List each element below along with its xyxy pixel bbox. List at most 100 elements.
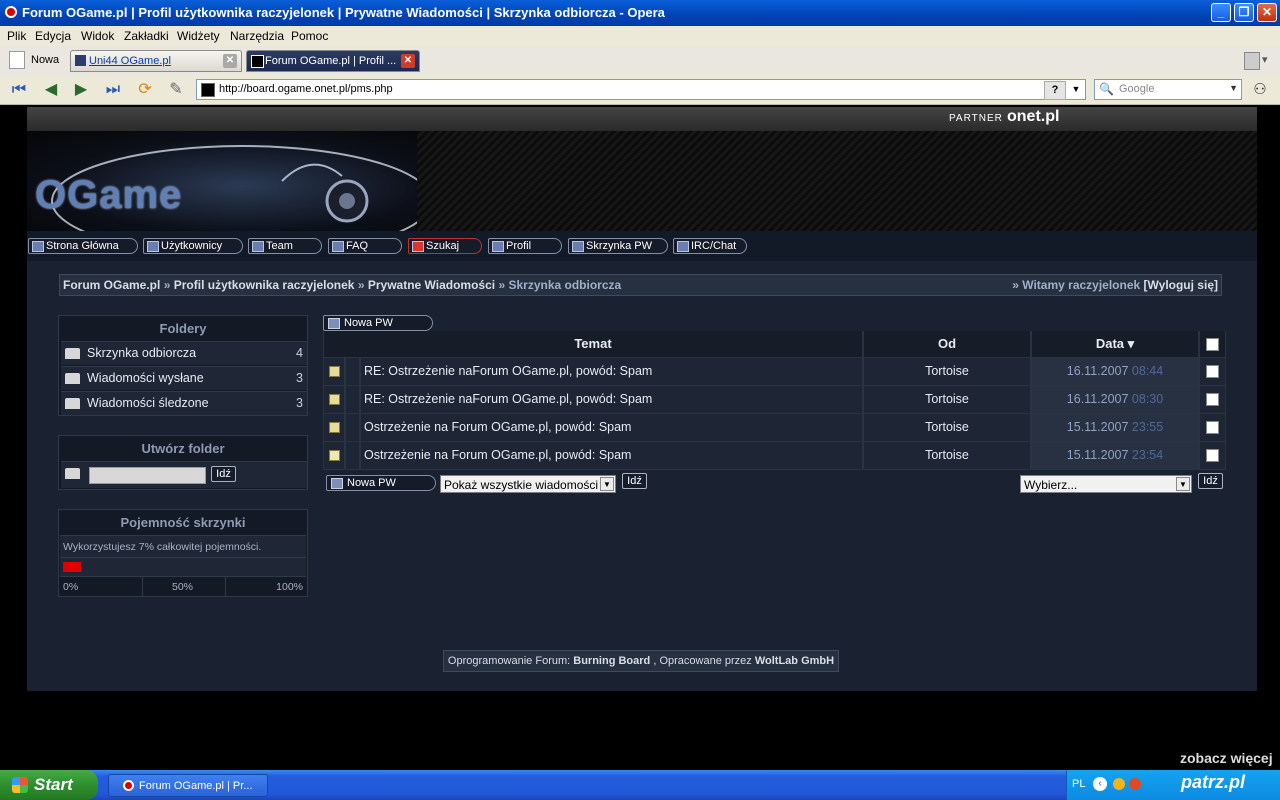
tray-app-icon[interactable] <box>1113 778 1125 790</box>
window-title-bar[interactable]: Forum OGame.pl | Profil użytkownika racz… <box>0 0 1280 26</box>
search-input[interactable]: 🔍 Google ▼ <box>1094 79 1242 100</box>
new-pm-button-bottom[interactable]: Nowa PW <box>326 475 436 491</box>
table-row[interactable]: Ostrzeżenie na Forum OGame.pl, powód: Sp… <box>323 442 1226 469</box>
bracket: ] <box>1214 278 1218 292</box>
message-subject[interactable]: Ostrzeżenie na Forum OGame.pl, powód: Sp… <box>361 442 862 469</box>
nav-pm-inbox[interactable]: Skrzynka PW <box>568 238 668 254</box>
footer-product-link[interactable]: Burning Board <box>573 655 650 667</box>
search-icon: 🔍 <box>1099 82 1114 96</box>
message-checkbox[interactable] <box>1206 449 1219 462</box>
create-folder-title: Utwórz folder <box>141 441 225 456</box>
address-bar[interactable]: http://board.ogame.onet.pl/pms.php ? ▼ <box>196 79 1086 100</box>
breadcrumb-pm[interactable]: Prywatne Wiadomości <box>368 278 495 292</box>
column-subject[interactable]: Temat <box>324 331 862 357</box>
menu-plik[interactable]: Plik <box>7 29 26 43</box>
nav-home[interactable]: Strona Główna <box>28 238 138 254</box>
message-date: 15.11.2007 23:54 <box>1032 442 1198 469</box>
message-from[interactable]: Tortoise <box>864 442 1030 469</box>
new-pm-button-top[interactable]: Nowa PW <box>323 315 433 331</box>
help-button[interactable]: ? <box>1044 81 1066 100</box>
column-from[interactable]: Od <box>864 331 1030 357</box>
ogame-logo-area: OGame <box>27 131 433 257</box>
capacity-title: Pojemność skrzynki <box>120 515 246 530</box>
message-action-select[interactable]: Wybierz... ▼ <box>1020 475 1192 493</box>
message-checkbox[interactable] <box>1206 421 1219 434</box>
tab-close-icon[interactable]: ✕ <box>223 54 237 68</box>
tray-app-icon[interactable] <box>1129 778 1141 790</box>
divider <box>225 577 226 597</box>
edit-icon[interactable]: ✎ <box>165 79 187 101</box>
reload-icon[interactable]: ⟳ <box>134 79 156 101</box>
breadcrumb-forum[interactable]: Forum OGame.pl <box>63 278 160 292</box>
tab-close-icon[interactable]: ✕ <box>401 54 415 68</box>
welcome-text: » Witamy raczyjelonek <box>1012 278 1141 292</box>
table-row[interactable]: RE: Ostrzeżenie naForum OGame.pl, powód:… <box>323 358 1226 385</box>
table-row[interactable]: RE: Ostrzeżenie naForum OGame.pl, powód:… <box>323 386 1226 413</box>
message-subject[interactable]: RE: Ostrzeżenie naForum OGame.pl, powód:… <box>361 358 862 385</box>
message-from[interactable]: Tortoise <box>864 358 1030 385</box>
folder-sent[interactable]: Wiadomości wysłane 3 <box>61 366 307 390</box>
create-folder-go-button[interactable]: Idź <box>211 466 236 482</box>
nav-users[interactable]: Użytkownicy <box>143 238 243 254</box>
nav-faq[interactable]: FAQ <box>328 238 402 254</box>
folders-title: Foldery <box>159 321 207 336</box>
nav-search[interactable]: Szukaj <box>408 238 482 254</box>
message-from[interactable]: Tortoise <box>864 386 1030 413</box>
fast-forward-icon[interactable]: ⏭ <box>102 79 124 101</box>
close-button[interactable]: ✕ <box>1257 3 1277 22</box>
search-engine-dropdown-icon[interactable]: ▼ <box>1229 83 1238 93</box>
message-subject[interactable]: RE: Ostrzeżenie naForum OGame.pl, powód:… <box>361 386 862 413</box>
forward-icon[interactable]: ▶ <box>70 79 92 101</box>
footer-company-link[interactable]: WoltLab GmbH <box>755 655 834 667</box>
address-dropdown-icon[interactable]: ▼ <box>1068 81 1084 98</box>
select-all-checkbox[interactable] <box>1206 338 1219 351</box>
minimize-button[interactable]: _ <box>1211 3 1231 22</box>
menu-widok[interactable]: Widok <box>81 29 114 43</box>
rewind-icon[interactable]: ⏮ <box>8 79 30 101</box>
tab-uni44[interactable]: Uni44 OGame.pl ✕ <box>70 50 242 72</box>
menu-edycja[interactable]: Edycja <box>35 29 71 43</box>
tab-list-icon[interactable]: ▾ <box>1262 53 1268 66</box>
menu-bar: Plik Edycja Widok Zakładki Widżety Narzę… <box>0 26 1280 46</box>
maximize-button[interactable]: ❐ <box>1234 3 1254 22</box>
nav-irc-chat[interactable]: IRC/Chat <box>673 238 747 254</box>
nav-team[interactable]: Team <box>248 238 322 254</box>
logo-text[interactable]: OGame <box>35 173 182 218</box>
system-tray: PL ‹ patrz.pl <box>1066 770 1280 800</box>
filter-value: Pokaż wszystkie wiadomości <box>444 478 599 492</box>
menu-widzety[interactable]: Widżety <box>177 29 220 43</box>
folder-inbox[interactable]: Skrzynka odbiorcza 4 <box>61 341 307 365</box>
message-checkbox[interactable] <box>1206 365 1219 378</box>
binoculars-icon[interactable]: ⚇ <box>1249 79 1271 101</box>
tab-forum[interactable]: Forum OGame.pl | Profil ... ✕ <box>246 50 420 72</box>
menu-pomoc[interactable]: Pomoc <box>291 29 328 43</box>
start-button[interactable]: Start <box>0 770 98 800</box>
faq-icon <box>332 241 344 252</box>
new-tab-button[interactable]: Nowa <box>31 54 59 66</box>
trash-icon[interactable] <box>1244 52 1260 70</box>
table-row[interactable]: Ostrzeżenie na Forum OGame.pl, powód: Sp… <box>323 414 1226 441</box>
folder-tracked[interactable]: Wiadomości śledzone 3 <box>61 391 307 415</box>
nav-profile[interactable]: Profil <box>488 238 562 254</box>
menu-narzedzia[interactable]: Narzędzia <box>230 29 284 43</box>
menu-zakladki[interactable]: Zakładki <box>124 29 169 43</box>
logout-link[interactable]: Wyloguj się <box>1148 278 1214 292</box>
action-go-button[interactable]: Idź <box>1198 473 1223 489</box>
filter-go-button[interactable]: Idź <box>622 473 647 489</box>
message-filter-select[interactable]: Pokaż wszystkie wiadomości ▼ <box>440 475 616 493</box>
address-url: http://board.ogame.onet.pl/pms.php <box>219 83 393 95</box>
taskbar-item-opera[interactable]: Forum OGame.pl | Pr... <box>108 774 268 797</box>
folder-icon <box>65 468 80 479</box>
message-from[interactable]: Tortoise <box>864 414 1030 441</box>
back-icon[interactable]: ◀ <box>40 79 62 101</box>
create-folder-row: Idź <box>61 461 307 488</box>
folder-name-input[interactable] <box>89 467 206 484</box>
language-indicator[interactable]: PL <box>1072 778 1085 790</box>
message-checkbox[interactable] <box>1206 393 1219 406</box>
tray-arrow-icon[interactable]: ‹ <box>1093 777 1107 791</box>
column-date[interactable]: Data ▾ <box>1032 331 1198 357</box>
onet-logo[interactable]: onet.pl <box>1007 108 1059 126</box>
message-subject[interactable]: Ostrzeżenie na Forum OGame.pl, powód: Sp… <box>361 414 862 441</box>
search-icon <box>412 241 424 252</box>
breadcrumb-profile[interactable]: Profil użytkownika raczyjelonek <box>174 278 355 292</box>
